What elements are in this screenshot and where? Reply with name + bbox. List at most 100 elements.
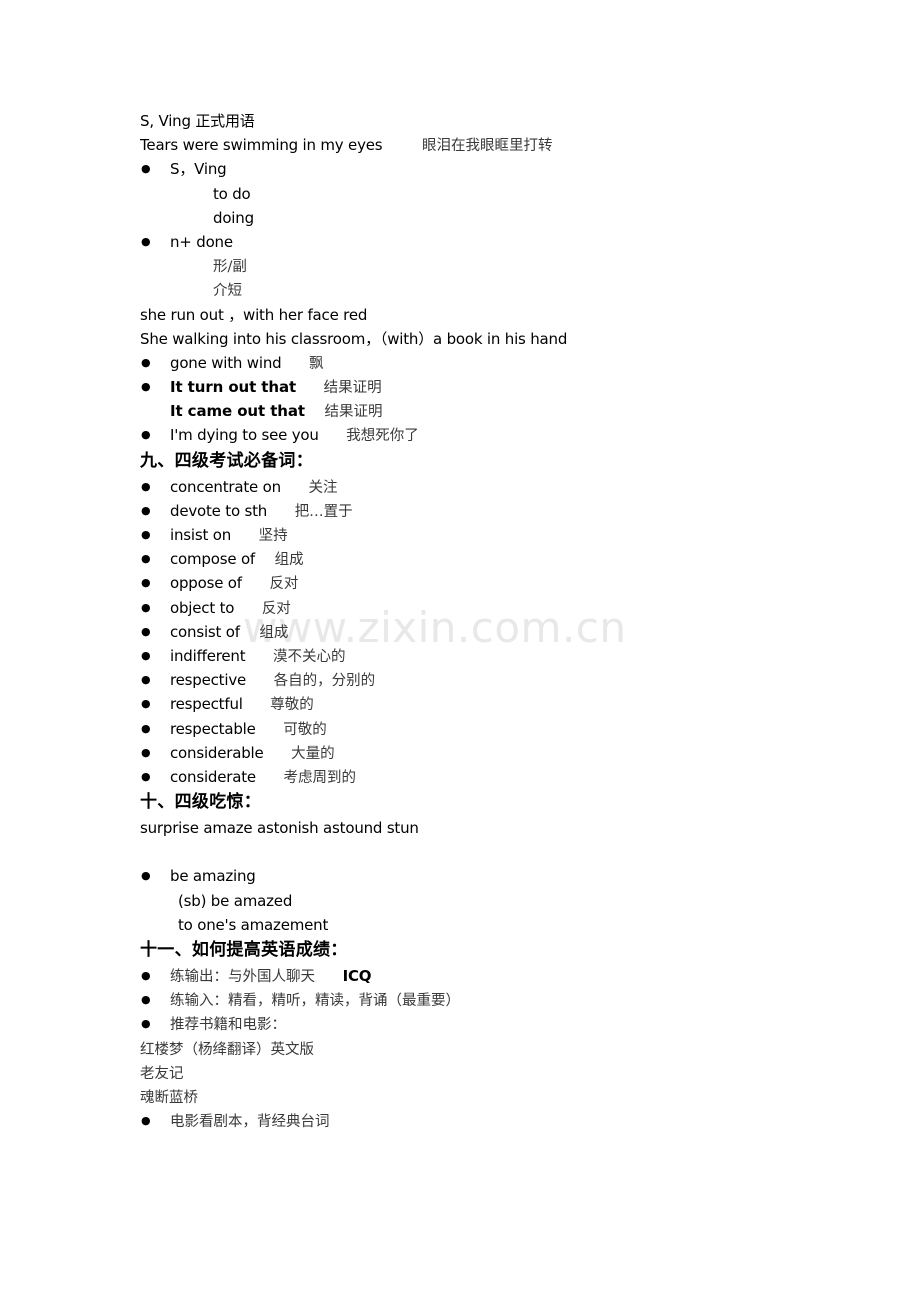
vocab-english: compose of <box>170 550 256 569</box>
vocab-item: indifferent 漠不关心的 <box>140 644 840 668</box>
bullet-be-amazing: be amazing <box>140 864 840 888</box>
bullet-chinese: 练输入：精看，精听，精读，背诵（最重要） <box>170 993 460 1010</box>
example-she-walking: She walking into his classroom，（with）a b… <box>140 327 840 351</box>
example-english: she run out ，with her face red <box>140 305 368 324</box>
vocab-english: indifferent <box>170 646 246 665</box>
vocab-chinese: 组成 <box>259 624 289 641</box>
bullet-practice-input: 练输入：精看，精听，精读，背诵（最重要） <box>140 988 840 1012</box>
bullet-practice-output: 练输出：与外国人聊天 ICQ <box>140 964 840 988</box>
bullet-recommendations: 推荐书籍和电影： <box>140 1012 840 1036</box>
bullet-english: ICQ <box>342 967 372 985</box>
bullet-chinese: 我想死你了 <box>346 428 419 445</box>
recommendation-title: 魂断蓝桥 <box>140 1089 198 1106</box>
synonym-list: surprise amaze astonish astound stun <box>140 816 840 840</box>
vocab-item: oppose of 反对 <box>140 571 840 595</box>
vocab-item: compose of 组成 <box>140 547 840 571</box>
bullet-english: It turn out that <box>170 378 297 397</box>
synonym-text: surprise amaze astonish astound stun <box>140 819 419 838</box>
sub-label: to do <box>213 184 251 203</box>
bullet-label: n+ done <box>170 232 233 251</box>
vocab-english: concentrate on <box>170 477 281 496</box>
document-body: S, Ving 正式用语 Tears were swimming in my e… <box>140 109 840 1134</box>
sub-to-do: to do <box>140 182 840 206</box>
note-text: S, Ving 正式用语 <box>140 112 255 130</box>
vocab-chinese: 把…置于 <box>294 503 353 520</box>
bullet-english: I'm dying to see you <box>170 426 319 445</box>
vocab-item: respectable 可敬的 <box>140 717 840 741</box>
vocab-english: oppose of <box>170 574 242 593</box>
sub-sb-be-amazed: (sb) be amazed <box>140 889 840 913</box>
document-page: www.zixin.com.cn S, Ving 正式用语 Tears were… <box>0 0 920 1302</box>
example-tears: Tears were swimming in my eyes 眼泪在我眼眶里打转 <box>140 133 840 157</box>
bullet-s-ving: S，Ving <box>140 157 840 181</box>
bullet-watch-movie-script: 电影看剧本，背经典台词 <box>140 1109 840 1133</box>
vocab-item: devote to sth 把…置于 <box>140 499 840 523</box>
bullet-im-dying-to-see-you: I'm dying to see you 我想死你了 <box>140 423 840 447</box>
vocab-english: respectful <box>170 695 243 714</box>
vocab-english: respective <box>170 671 247 690</box>
vocab-item: object to 反对 <box>140 596 840 620</box>
vocab-english: consist of <box>170 622 240 641</box>
bullet-label: S，Ving <box>170 160 227 179</box>
bullet-n-done: n+ done <box>140 230 840 254</box>
sub-label: doing <box>213 208 254 227</box>
sub-label: 形/副 <box>213 259 247 276</box>
vocab-chinese: 可敬的 <box>283 721 327 738</box>
vocab-english: devote to sth <box>170 501 268 520</box>
vocab-chinese: 大量的 <box>291 745 335 762</box>
sub-chinese: 结果证明 <box>324 404 383 421</box>
bullet-chinese: 推荐书籍和电影： <box>170 1017 286 1034</box>
vocab-item: insist on 坚持 <box>140 523 840 547</box>
sub-adj-adv: 形/副 <box>140 254 840 278</box>
vocab-chinese: 反对 <box>261 600 291 617</box>
example-chinese: 眼泪在我眼眶里打转 <box>421 138 553 155</box>
vocab-english: respectable <box>170 719 256 738</box>
recommendation-title: 老友记 <box>140 1065 184 1082</box>
vocab-chinese: 关注 <box>308 479 338 496</box>
vocab-chinese: 坚持 <box>258 528 288 544</box>
vocab-item: concentrate on 关注 <box>140 475 840 499</box>
bullet-english: gone with wind <box>170 353 282 372</box>
vocab-english: considerable <box>170 743 264 762</box>
vocab-chinese: 组成 <box>274 552 304 569</box>
vocab-chinese: 漠不关心的 <box>272 648 346 665</box>
example-she-run-out: she run out ，with her face red <box>140 303 840 327</box>
bullet-chinese: 结果证明 <box>323 380 382 397</box>
example-english: She walking into his classroom，（with）a b… <box>140 329 568 348</box>
vocab-item: considerate 考虑周到的 <box>140 765 840 789</box>
sub-it-came-out-that: It came out that 结果证明 <box>140 399 840 423</box>
vocab-item: considerable 大量的 <box>140 741 840 765</box>
vocab-item: consist of 组成 <box>140 620 840 644</box>
bullet-chinese: 练输出：与外国人聊天 <box>170 969 315 985</box>
recommendation-book-3: 魂断蓝桥 <box>140 1085 840 1109</box>
bullet-gone-with-wind: gone with wind 飘 <box>140 351 840 375</box>
sub-doing: doing <box>140 206 840 230</box>
sub-english: It came out that <box>170 402 305 421</box>
vocab-chinese: 各自的，分别的 <box>273 673 376 690</box>
vocab-english: considerate <box>170 767 256 786</box>
sub-label: 介短 <box>213 283 242 300</box>
vocab-english: object to <box>170 598 235 617</box>
vocab-chinese: 反对 <box>269 576 299 593</box>
example-english: Tears were swimming in my eyes <box>140 136 383 155</box>
sub-to-ones-amazement: to one's amazement <box>140 913 840 937</box>
section-heading-11: 十一、如何提高英语成绩： <box>140 940 348 960</box>
vocab-item: respectful 尊敬的 <box>140 692 840 716</box>
recommendation-title: 红楼梦（杨绛翻译）英文版 <box>140 1041 314 1058</box>
section-heading-10: 十、四级吃惊： <box>140 792 262 813</box>
sub-english: (sb) be amazed <box>178 891 293 910</box>
sub-prep-phrase: 介短 <box>140 278 840 302</box>
vocab-english: insist on <box>170 526 232 544</box>
vocab-chinese: 尊敬的 <box>270 697 314 714</box>
recommendation-book-1: 红楼梦（杨绛翻译）英文版 <box>140 1037 840 1061</box>
vocab-item: respective 各自的，分别的 <box>140 668 840 692</box>
vocab-chinese: 考虑周到的 <box>283 769 357 786</box>
sub-english: to one's amazement <box>178 915 329 934</box>
bullet-chinese: 电影看剧本，背经典台词 <box>170 1114 330 1131</box>
bullet-english: be amazing <box>170 867 256 886</box>
section-heading-9: 九、四级考试必备词： <box>140 450 313 471</box>
note-line-s-ving-formal: S, Ving 正式用语 <box>140 109 840 133</box>
bullet-chinese: 飘 <box>309 355 324 372</box>
bullet-it-turn-out-that: It turn out that 结果证明 <box>140 375 840 399</box>
